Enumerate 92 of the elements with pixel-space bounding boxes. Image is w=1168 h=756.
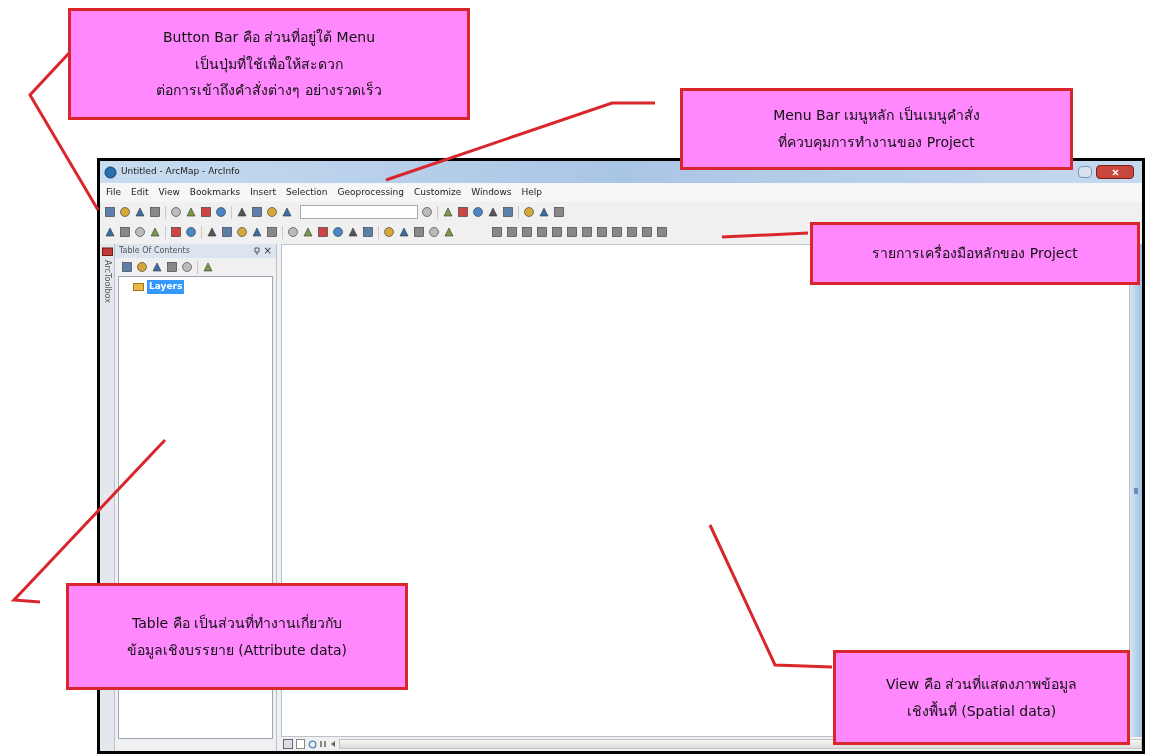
- layout-view-icon[interactable]: [283, 739, 293, 749]
- menu-item[interactable]: Geoprocessing: [337, 185, 404, 200]
- editor-tool-icon[interactable]: [566, 226, 578, 238]
- toolbar-icon[interactable]: [442, 206, 454, 218]
- toolbar-icon[interactable]: [443, 226, 455, 238]
- toc-tool-icon[interactable]: [166, 261, 178, 273]
- toc-tool-icon[interactable]: [181, 261, 193, 273]
- toolbar-icon[interactable]: [149, 206, 161, 218]
- refresh-icon[interactable]: [308, 739, 317, 749]
- toolbar-icon[interactable]: [185, 206, 197, 218]
- toolbar-icon[interactable]: [134, 206, 146, 218]
- menu-item[interactable]: Windows: [471, 185, 512, 200]
- close-button[interactable]: [1096, 165, 1134, 179]
- toc-tool-icon[interactable]: [202, 261, 214, 273]
- toolbar-icon[interactable]: [421, 206, 433, 218]
- editor-tool-icon[interactable]: [536, 226, 548, 238]
- editor-tool-icon[interactable]: [611, 226, 623, 238]
- menu-item[interactable]: View: [158, 185, 180, 200]
- close-icon: [1111, 168, 1119, 176]
- toolbar-icon[interactable]: [119, 206, 131, 218]
- toolbar-icon[interactable]: [287, 226, 299, 238]
- toc-tool-icon[interactable]: [121, 261, 133, 273]
- toolbar-icon[interactable]: [170, 226, 182, 238]
- toolbar-icon[interactable]: [221, 226, 233, 238]
- toolbar-icon[interactable]: [200, 206, 212, 218]
- toolbar-icon[interactable]: [428, 226, 440, 238]
- toolbar-icon[interactable]: [266, 206, 278, 218]
- toolbar-icon[interactable]: [362, 226, 374, 238]
- menu-item[interactable]: Bookmarks: [189, 185, 241, 200]
- callout-text: Button Bar คือ ส่วนที่อยู่ใต้ Menu เป็นปุ่มที่ใช้เพื่อให้สะดวก ต่อการเข้าถึงคำสั่งต่างๆ อย่างรวดเร็ว: [156, 27, 382, 101]
- callout-text: Menu Bar เมนูหลัก เป็นเมนูคำสั่ง ที่ควบคุมการทำงานของ Project: [773, 105, 980, 153]
- toc-tool-icon[interactable]: [151, 261, 163, 273]
- callout-text: รายการเครื่องมือหลักของ Project: [872, 243, 1078, 264]
- toolbar-icon[interactable]: [185, 226, 197, 238]
- toolbar-icon[interactable]: [134, 226, 146, 238]
- menu-item[interactable]: Insert: [250, 185, 276, 200]
- toolbar-icon[interactable]: [251, 206, 263, 218]
- toolbar-icon[interactable]: [149, 226, 161, 238]
- toolbar-icon[interactable]: [487, 206, 499, 218]
- toolbar-icon[interactable]: [502, 206, 514, 218]
- close-button[interactable]: ×: [263, 246, 272, 256]
- toolbar-icon[interactable]: [236, 206, 248, 218]
- callout-text: View คือ ส่วนที่แสดงภาพข้อมูล เชิงพื้นที่ (Spatial data): [885, 674, 1078, 721]
- menu-item[interactable]: Help: [521, 185, 542, 200]
- folder-icon: [133, 282, 144, 292]
- menu-item[interactable]: Selection: [286, 185, 328, 200]
- toolbar-icon[interactable]: [457, 206, 469, 218]
- data-view-icon[interactable]: [296, 739, 305, 749]
- editor-tool-icon[interactable]: [656, 226, 668, 238]
- window-title: Untitled - ArcMap - ArcInfo: [121, 165, 240, 179]
- toolbar-icon[interactable]: [170, 206, 182, 218]
- menu-item[interactable]: Customize: [414, 185, 462, 200]
- pause-icon[interactable]: [320, 740, 327, 748]
- toolbar-icon[interactable]: [553, 206, 565, 218]
- toolbox-icon: [101, 246, 113, 256]
- toolbar-icon[interactable]: [383, 226, 395, 238]
- toolbar-icon[interactable]: [281, 206, 293, 218]
- vertical-scrollbar[interactable]: [1130, 244, 1142, 737]
- panel-title: Table Of Contents: [119, 245, 191, 257]
- globe-icon: [104, 165, 117, 179]
- toolbar-icon[interactable]: [347, 226, 359, 238]
- menu-item[interactable]: Edit: [131, 185, 149, 200]
- toolbar-icon[interactable]: [523, 206, 535, 218]
- toolbar-icon[interactable]: [472, 206, 484, 218]
- toolbar-icon[interactable]: [538, 206, 550, 218]
- pin-icon[interactable]: [253, 247, 260, 255]
- editor-tool-icon[interactable]: [551, 226, 563, 238]
- editor-tool-icon[interactable]: [626, 226, 638, 238]
- editor-tool-icon[interactable]: [581, 226, 593, 238]
- toolbar-icon[interactable]: [413, 226, 425, 238]
- toolbar-icon[interactable]: [104, 226, 116, 238]
- editor-tool-icon[interactable]: [491, 226, 503, 238]
- scroll-left-icon[interactable]: [330, 740, 336, 748]
- menu-item[interactable]: File: [106, 185, 122, 200]
- toolbar-icon[interactable]: [104, 206, 116, 218]
- editor-tool-icon[interactable]: [506, 226, 518, 238]
- editor-tool-icon[interactable]: [641, 226, 653, 238]
- arctoolbox-tab[interactable]: ArcToolbox: [101, 260, 113, 303]
- toolbar-icon[interactable]: [317, 226, 329, 238]
- toolbar-icon[interactable]: [206, 226, 218, 238]
- callout-text: Table คือ เป็นส่วนที่ทำงานเกี่ยวกับ ข้อมูลเชิงบรรยาย (Attribute data): [126, 613, 348, 661]
- toc-tool-icon[interactable]: [136, 261, 148, 273]
- toolbar-icon[interactable]: [236, 226, 248, 238]
- toolbar-icon[interactable]: [398, 226, 410, 238]
- editor-tool-icon[interactable]: [596, 226, 608, 238]
- toolbar-icon[interactable]: [215, 206, 227, 218]
- toolbar-icon[interactable]: [119, 226, 131, 238]
- toolbar-icon[interactable]: [332, 226, 344, 238]
- toolbar-icon[interactable]: [251, 226, 263, 238]
- toolbar-icon[interactable]: [266, 226, 278, 238]
- toolbar-icon[interactable]: [302, 226, 314, 238]
- editor-tool-icon[interactable]: [521, 226, 533, 238]
